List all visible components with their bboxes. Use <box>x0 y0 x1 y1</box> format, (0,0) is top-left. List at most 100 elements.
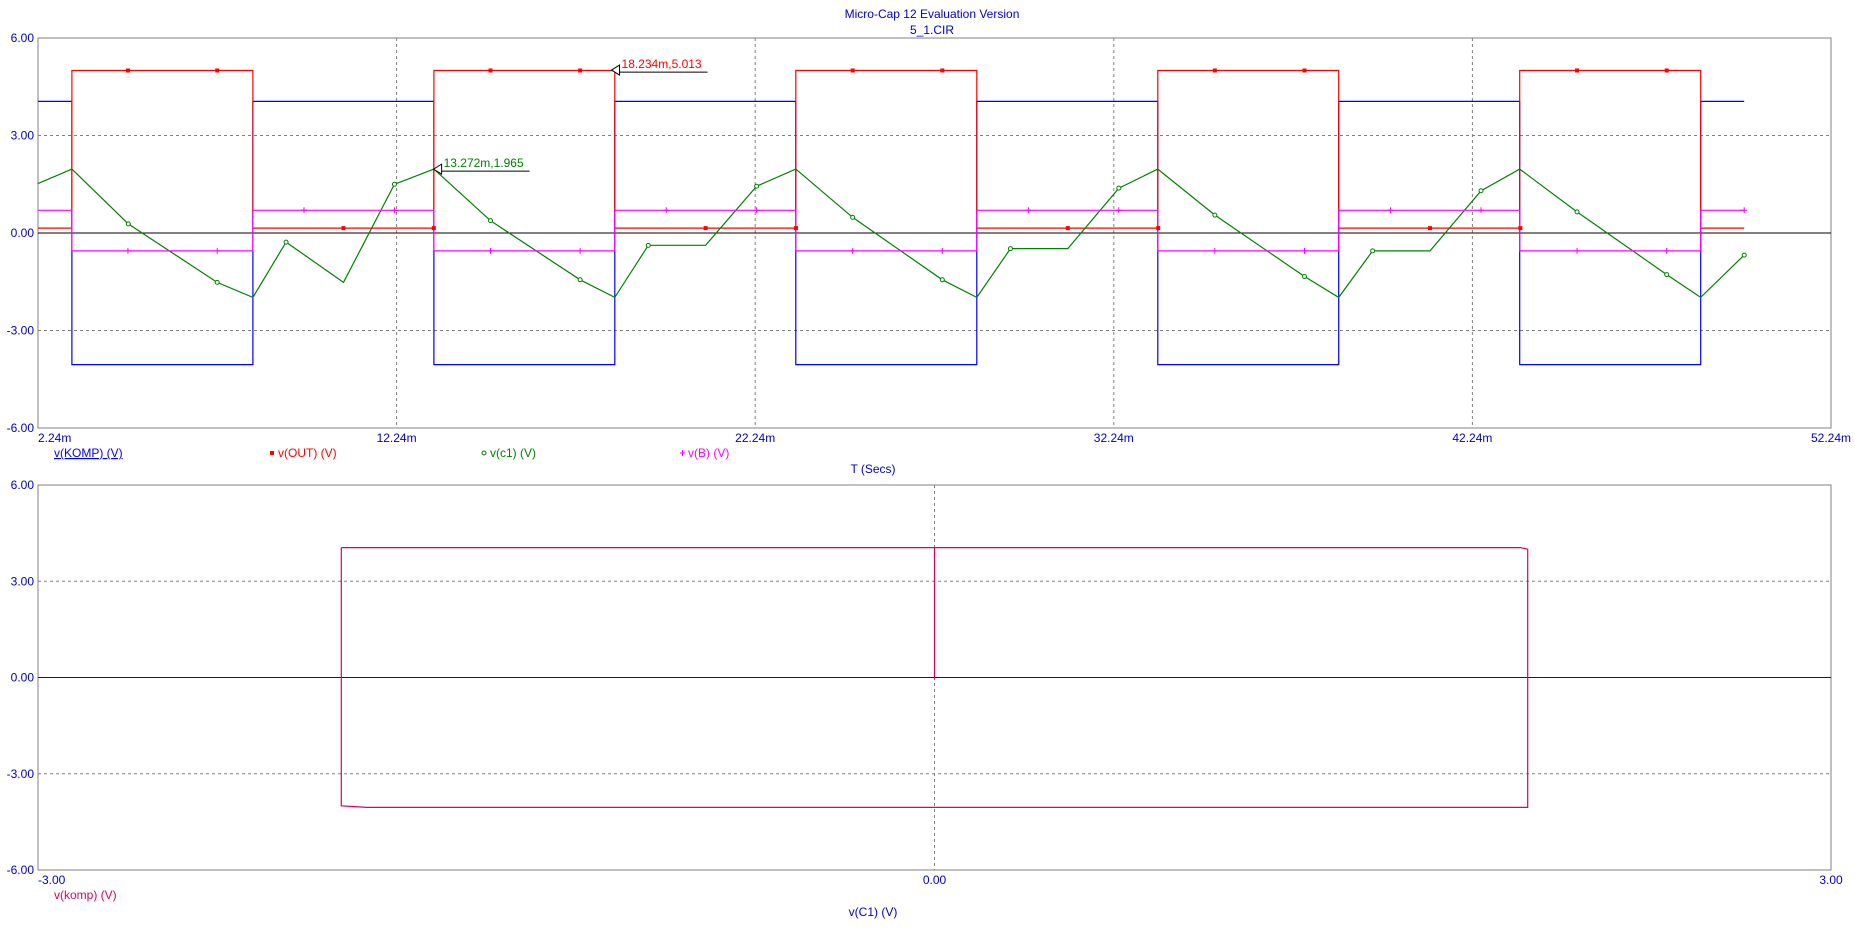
data-point <box>1115 207 1122 214</box>
transient-legend[interactable]: v(KOMP) (V) v(OUT) (V) v(c1) (V) v(B) (V) <box>54 446 729 460</box>
annotation-label: 18.234m,5.013 <box>622 57 702 71</box>
data-point <box>1428 226 1433 231</box>
data-point <box>1574 247 1581 254</box>
data-point <box>1302 68 1307 73</box>
data-point <box>1156 226 1161 231</box>
data-point <box>214 279 220 285</box>
data-point <box>578 68 583 73</box>
data-point <box>850 68 855 73</box>
data-point <box>645 242 651 248</box>
data-point <box>1478 188 1484 194</box>
data-point <box>124 247 131 254</box>
annotation-label: 13.272m,1.965 <box>444 156 524 170</box>
data-point <box>391 181 397 187</box>
legend-label: v(c1) (V) <box>490 446 536 460</box>
data-point <box>214 247 221 254</box>
data-point <box>1025 207 1032 214</box>
x-tick-label: -3.00 <box>38 873 66 887</box>
data-point <box>125 221 131 227</box>
legend-marker-icon <box>481 450 487 456</box>
data-point <box>1212 212 1218 218</box>
transient-y-tick-labels: -6.00 -3.00 0.00 3.00 6.00 <box>7 31 35 435</box>
data-point <box>850 214 856 220</box>
y-tick-label: -3.00 <box>7 324 35 338</box>
data-point <box>753 207 760 214</box>
cursor-annotation[interactable]: 18.234m,5.013 <box>610 57 708 76</box>
data-point <box>1518 226 1523 231</box>
data-point <box>1302 274 1308 280</box>
data-point <box>849 247 856 254</box>
data-point <box>703 226 708 231</box>
data-point <box>577 247 584 254</box>
data-point <box>1741 207 1748 214</box>
data-point <box>1664 68 1669 73</box>
x-tick-label: 22.24m <box>735 431 775 445</box>
x-tick-label: 52.24m <box>1811 431 1851 445</box>
data-point <box>1007 246 1013 252</box>
legend-marker-icon <box>270 451 274 455</box>
transient-plot: 18.234m,5.013 13.272m,1.965 -6.00 -3.00 0.0… <box>7 31 1851 476</box>
xy-x-tick-labels: -3.00 0.00 3.00 <box>38 873 1843 887</box>
legend-label: v(OUT) (V) <box>278 446 337 460</box>
y-tick-label: 3.00 <box>11 129 35 143</box>
data-point <box>754 183 760 189</box>
y-tick-label: 6.00 <box>11 31 35 45</box>
data-point <box>1741 252 1747 258</box>
transient-series-group <box>37 69 1745 366</box>
file-name: 5_1.CIR <box>910 23 954 37</box>
legend-label: v(KOMP) (V) <box>54 446 123 460</box>
data-point <box>1065 226 1070 231</box>
data-point <box>1116 185 1122 191</box>
data-point <box>1301 247 1308 254</box>
data-point <box>487 247 494 254</box>
data-point <box>431 226 436 231</box>
legend-entry[interactable]: v(B) (V) <box>680 446 729 460</box>
legend-entry[interactable]: v(KOMP) (V) <box>54 446 123 460</box>
series-line <box>38 69 1745 229</box>
legend-label: v(B) (V) <box>688 446 729 460</box>
data-point <box>1212 68 1217 73</box>
data-point <box>215 68 220 73</box>
cursor-arrow-icon[interactable] <box>610 64 621 76</box>
x-tick-label: 3.00 <box>1819 873 1843 887</box>
window-title: Micro-Cap 12 Evaluation Version <box>845 7 1020 21</box>
data-point <box>939 247 946 254</box>
data-point <box>1478 207 1485 214</box>
data-point <box>939 277 945 283</box>
data-point <box>487 218 493 224</box>
x-tick-label: 42.24m <box>1452 431 1492 445</box>
transient-x-tick-labels: 2.24m 12.24m 22.24m 32.24m 42.24m 52.24m <box>38 431 1851 445</box>
data-point <box>1663 247 1670 254</box>
y-tick-label: 0.00 <box>11 226 35 240</box>
legend-entry[interactable]: v(c1) (V) <box>481 446 536 460</box>
data-point <box>283 239 289 245</box>
x-tick-label: 12.24m <box>377 431 417 445</box>
y-tick-label: -6.00 <box>7 863 35 877</box>
transient-x-axis-label: T (Secs) <box>850 462 895 476</box>
data-point <box>577 277 583 283</box>
xy-plot: -6.00-3.000.003.006.00 -3.00 0.00 3.00 v(k… <box>7 478 1843 919</box>
y-tick-label: -3.00 <box>7 767 35 781</box>
plot-canvas: Micro-Cap 12 Evaluation Version 5_1.CIR … <box>7 7 1851 919</box>
transient-annotations[interactable]: 18.234m,5.013 13.272m,1.965 <box>432 57 708 176</box>
x-tick-label: 2.24m <box>38 431 71 445</box>
cursor-annotation[interactable]: 13.272m,1.965 <box>432 156 530 176</box>
data-point <box>1387 207 1394 214</box>
x-tick-label: 32.24m <box>1094 431 1134 445</box>
y-tick-label: -6.00 <box>7 421 35 435</box>
y-tick-label: 6.00 <box>11 478 35 492</box>
x-tick-label: 0.00 <box>923 873 947 887</box>
legend-entry[interactable]: v(OUT) (V) <box>270 446 337 460</box>
legend-label: v(komp) (V) <box>54 888 117 902</box>
data-point <box>1575 68 1580 73</box>
xy-legend[interactable]: v(komp) (V) <box>54 888 117 902</box>
data-point <box>1664 272 1670 278</box>
data-point <box>488 68 493 73</box>
data-point <box>1370 248 1376 254</box>
data-point <box>940 68 945 73</box>
data-point <box>125 68 130 73</box>
data-point <box>341 226 346 231</box>
data-point <box>794 226 799 231</box>
data-point <box>1574 209 1580 215</box>
data-point <box>301 207 308 214</box>
